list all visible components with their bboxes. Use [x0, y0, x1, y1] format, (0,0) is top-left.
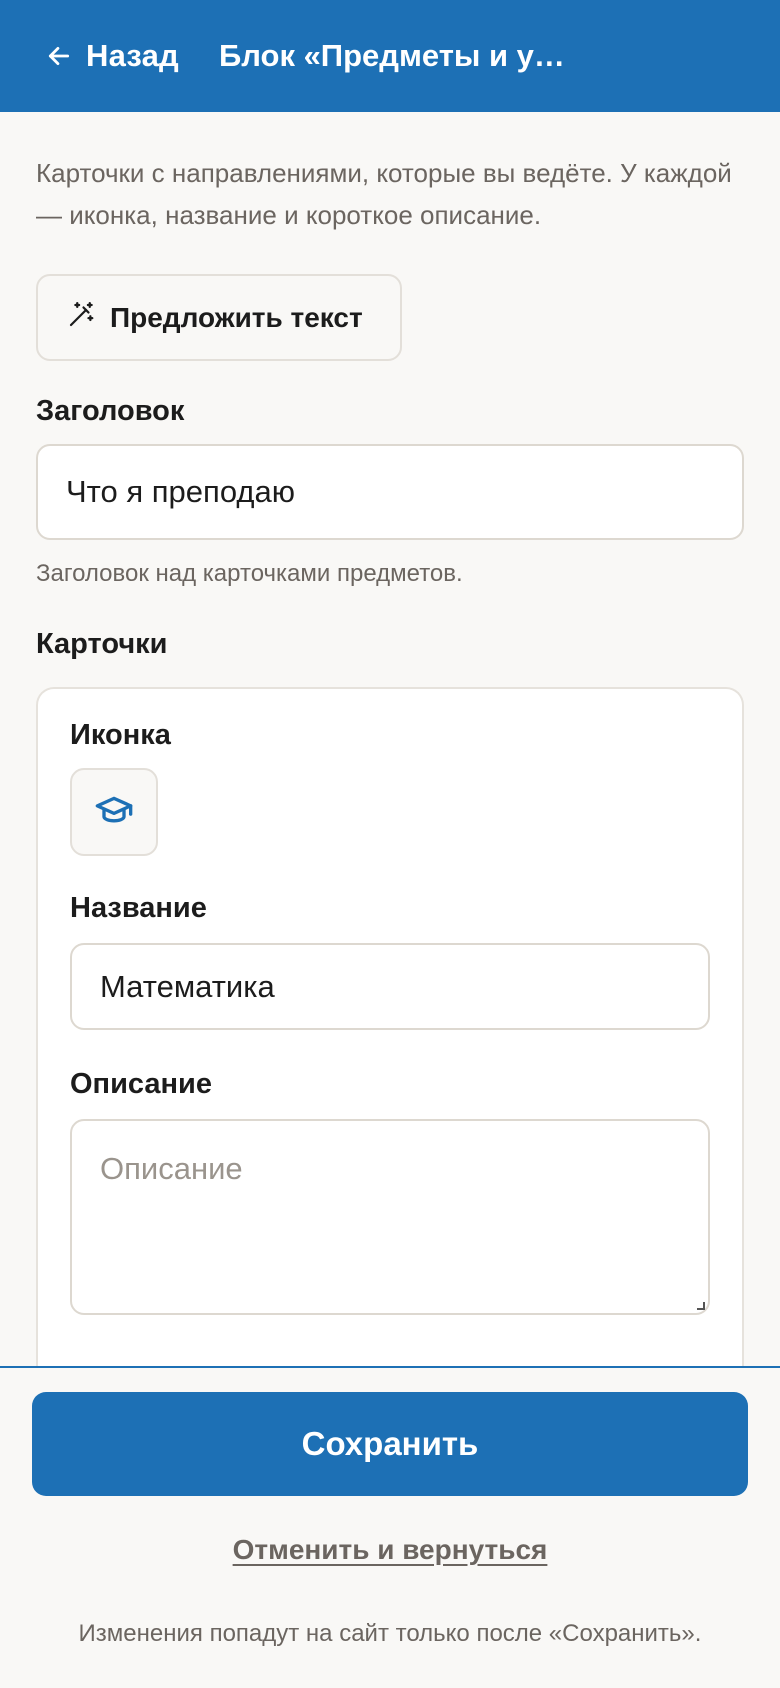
back-button[interactable]: Назад: [46, 38, 179, 74]
magic-wand-icon: [66, 300, 96, 335]
cancel-link[interactable]: Отменить и вернуться: [0, 1534, 780, 1566]
back-label: Назад: [86, 38, 179, 73]
description-field-label: Описание: [70, 1068, 212, 1100]
suggest-text-label: Предложить текст: [110, 301, 363, 333]
save-button[interactable]: Сохранить: [32, 1392, 748, 1496]
card-name-input[interactable]: Математика: [70, 943, 710, 1030]
description-placeholder: Описание: [100, 1151, 243, 1186]
heading-input[interactable]: Что я преподаю: [36, 444, 744, 540]
heading-field-label: Заголовок: [36, 395, 185, 427]
action-footer: Сохранить Отменить и вернуться Изменения…: [0, 1366, 780, 1688]
arrow-left-icon: [46, 43, 72, 69]
icon-field-label: Иконка: [70, 719, 171, 751]
cards-section-label: Карточки: [36, 628, 168, 660]
block-description: Карточки с направлениями, которые вы вед…: [36, 158, 732, 230]
page-title: Блок «Предметы и у…: [218, 38, 565, 73]
icon-picker-button[interactable]: [70, 768, 158, 856]
graduation-cap-icon: [94, 790, 134, 835]
card-description-textarea[interactable]: Описание: [70, 1119, 710, 1315]
top-bar: Назад Блок «Предметы и у…: [0, 0, 780, 112]
editor-content: Карточки с направлениями, которые вы вед…: [36, 112, 744, 1407]
subject-card: Иконка Название Математика Описание Опис…: [36, 687, 744, 1407]
heading-field-hint: Заголовок над карточками предметов.: [36, 560, 463, 587]
name-field-label: Название: [70, 892, 207, 924]
save-note: Изменения попадут на сайт только после «…: [78, 1620, 702, 1647]
resize-handle[interactable]: [697, 1302, 705, 1310]
suggest-text-button[interactable]: Предложить текст: [36, 274, 402, 361]
